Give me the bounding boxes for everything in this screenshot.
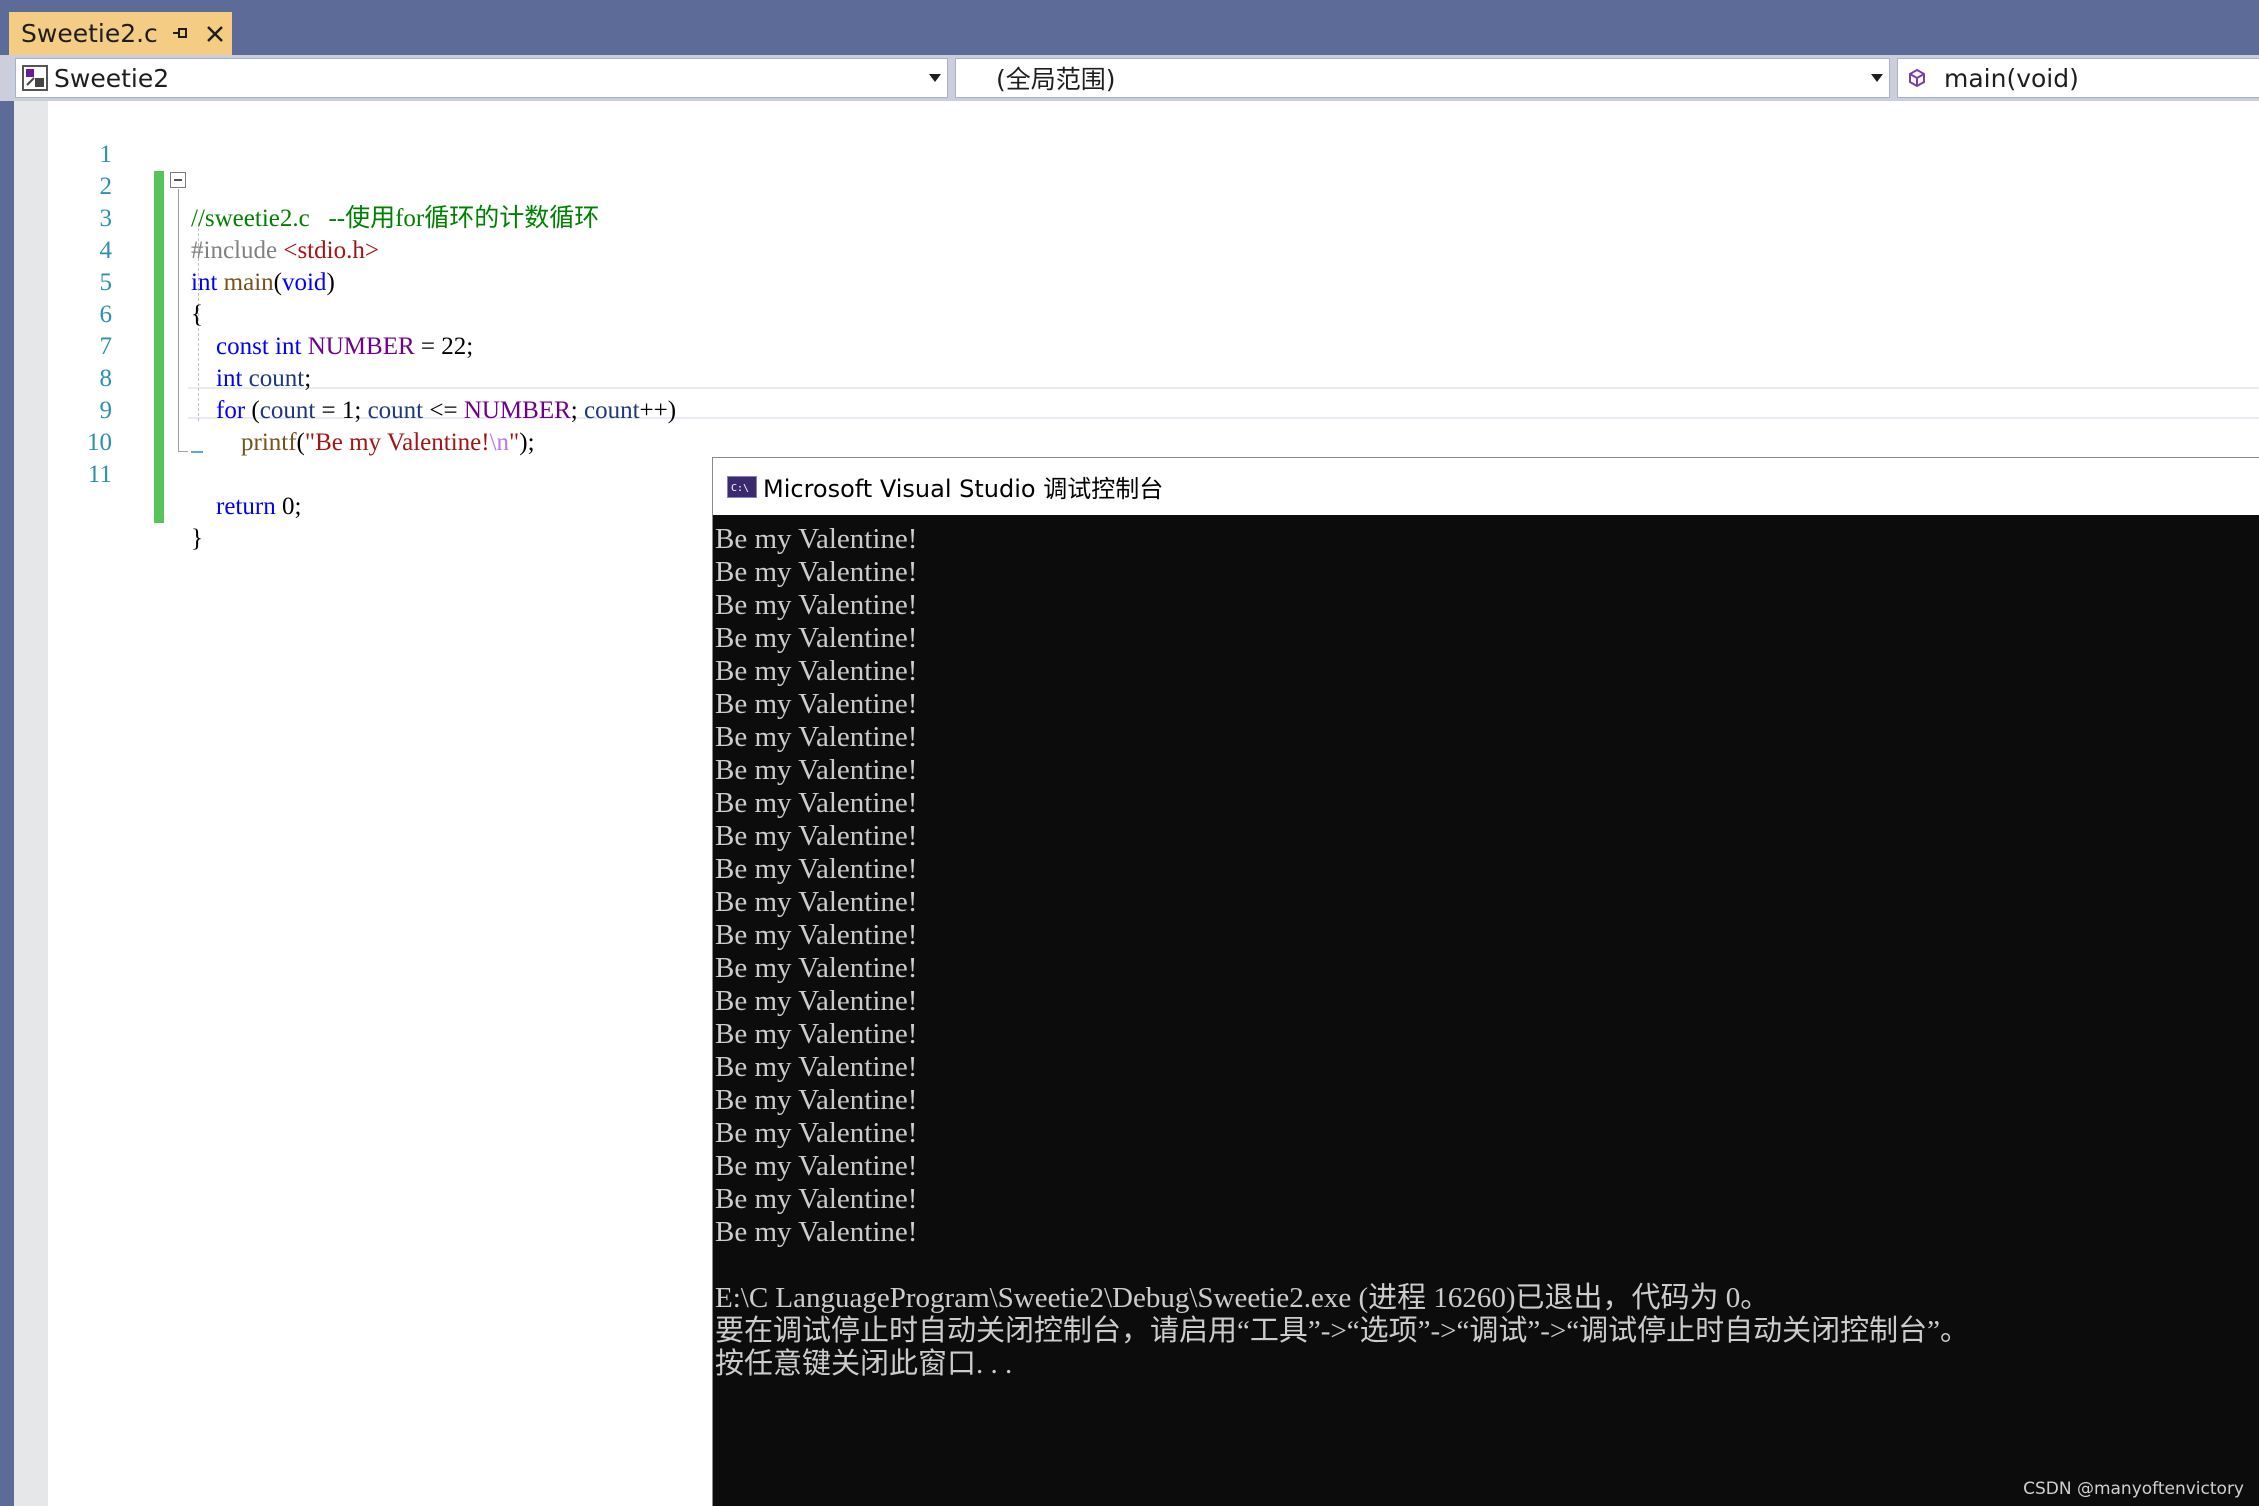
watermark-text: CSDN @manyoftenvictory (2023, 1479, 2244, 1499)
chevron-down-icon[interactable] (1871, 74, 1883, 82)
code-line[interactable]: 6 int count; (48, 267, 2259, 392)
svg-text:C:\: C:\ (731, 483, 749, 494)
member-name: main(void) (1944, 63, 2079, 93)
project-name: Sweetie2 (54, 63, 170, 93)
member-dropdown[interactable]: main(void) (1897, 58, 2259, 98)
code-keyword: return (216, 493, 276, 520)
console-output-line: Be my Valentine! (715, 1150, 918, 1182)
console-output-line: Be my Valentine! (715, 919, 918, 951)
console-output-line: Be my Valentine! (715, 1051, 918, 1083)
console-output-line: Be my Valentine! (715, 1117, 918, 1149)
console-output-line: Be my Valentine! (715, 853, 918, 885)
editor-left-border (0, 101, 14, 1506)
change-marker (154, 491, 164, 523)
code-line[interactable]: 1 //sweetie2.c --使用for循环的计数循环 (48, 107, 2259, 232)
debug-console-window[interactable]: C:\ Microsoft Visual Studio 调试控制台 Be my … (712, 457, 2259, 1506)
code-line[interactable]: 8 printf("Be my Valentine!\n"); (48, 331, 2259, 456)
console-press-key-message: 按任意键关闭此窗口. . . (715, 1348, 1013, 1380)
code-line[interactable]: 9 (48, 363, 2259, 459)
code-punct: 0; (275, 493, 302, 520)
code-line[interactable]: 10 return 0; (48, 395, 2259, 520)
code-line[interactable]: 11 } (48, 427, 2259, 552)
console-output-line: Be my Valentine! (715, 688, 918, 720)
console-output-line: Be my Valentine! (715, 886, 918, 918)
code-line[interactable]: 3 int main(void) (48, 171, 2259, 296)
console-exit-message: E:\C LanguageProgram\Sweetie2\Debug\Swee… (715, 1282, 1770, 1314)
change-marker (154, 459, 164, 491)
console-output-line: Be my Valentine! (715, 556, 918, 588)
editor-glyph-margin (14, 101, 48, 1506)
document-tab-strip: Sweetie2.c (0, 0, 2259, 55)
code-line[interactable]: 4 { (48, 203, 2259, 328)
pin-icon[interactable] (169, 22, 191, 44)
console-output-line: Be my Valentine! (715, 820, 918, 852)
scope-dropdown[interactable]: (全局范围) (955, 58, 1890, 98)
console-title: Microsoft Visual Studio 调试控制台 (763, 475, 1164, 503)
chevron-down-icon[interactable] (929, 74, 941, 82)
scope-name: (全局范围) (996, 65, 1116, 94)
c-project-icon (22, 65, 48, 91)
console-output-line: Be my Valentine! (715, 721, 918, 753)
console-output-area[interactable]: Be my Valentine! Be my Valentine! Be my Va… (713, 515, 2259, 1506)
code-line[interactable]: 5 const int NUMBER = 22; (48, 235, 2259, 360)
navigation-bar: Sweetie2 (全局范围) main(void) (0, 55, 2259, 101)
console-hint-message: 要在调试停止时自动关闭控制台，请启用“工具”->“选项”->“调试”->“调试停… (715, 1315, 1970, 1347)
console-output-line: Be my Valentine! (715, 655, 918, 687)
console-output-line: Be my Valentine! (715, 754, 918, 786)
console-output-line: Be my Valentine! (715, 985, 918, 1017)
console-output-line: Be my Valentine! (715, 1216, 918, 1248)
project-dropdown[interactable]: Sweetie2 (15, 58, 948, 98)
console-titlebar[interactable]: C:\ Microsoft Visual Studio 调试控制台 (713, 458, 2259, 515)
console-output-line: Be my Valentine! (715, 622, 918, 654)
console-output-line: Be my Valentine! (715, 1183, 918, 1215)
code-line[interactable]: 2 #include <stdio.h> (48, 139, 2259, 264)
code-line[interactable]: 7 for (count = 1; count <= NUMBER; count… (48, 299, 2259, 424)
console-output-line: Be my Valentine! (715, 1018, 918, 1050)
tab-title: Sweetie2.c (21, 19, 158, 48)
console-output-line: Be my Valentine! (715, 589, 918, 621)
document-tab-sweetie2[interactable]: Sweetie2.c (9, 12, 232, 55)
close-icon[interactable] (204, 23, 226, 45)
console-app-icon: C:\ (727, 475, 757, 498)
console-output-line: Be my Valentine! (715, 1084, 918, 1116)
function-cube-icon (1909, 68, 1925, 88)
console-output-line: Be my Valentine! (715, 952, 918, 984)
console-output-line: Be my Valentine! (715, 523, 918, 555)
code-brace: } (191, 525, 203, 552)
console-output-line: Be my Valentine! (715, 787, 918, 819)
line-number: 11 (87, 461, 112, 488)
console-output: Be my Valentine! Be my Valentine! Be my Va… (715, 523, 1969, 1381)
